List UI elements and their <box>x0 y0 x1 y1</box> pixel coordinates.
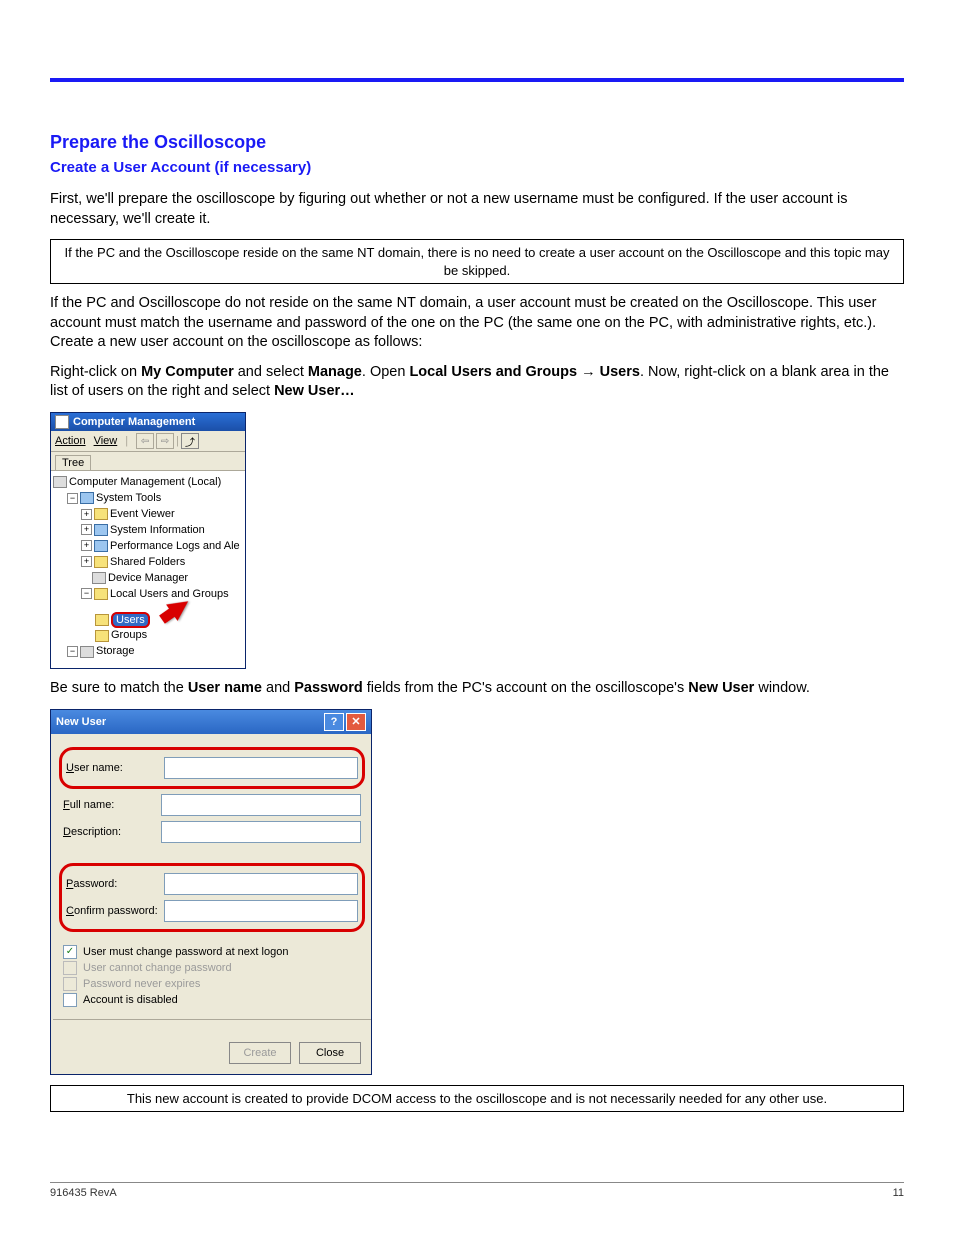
collapse-icon[interactable]: − <box>67 646 78 657</box>
tree-shared-folders[interactable]: +Shared Folders <box>53 555 243 571</box>
tree-system-info[interactable]: +System Information <box>53 523 243 539</box>
tree-local-users-groups[interactable]: −Local Users and Groups <box>53 587 243 603</box>
paragraph-intro: First, we'll prepare the oscilloscope by… <box>50 190 904 229</box>
cm-tabs: Tree <box>51 452 245 470</box>
nu-titlebar: New User ? ✕ <box>51 710 371 734</box>
computer-management-window: Computer Management Action View | ⇦ ⇨ | … <box>50 412 246 669</box>
nav-fwd-icon[interactable]: ⇨ <box>156 433 174 449</box>
cm-titlebar: Computer Management <box>51 413 245 431</box>
expand-icon[interactable]: + <box>81 556 92 567</box>
tree-users[interactable]: Users <box>53 603 243 629</box>
tree-root[interactable]: Computer Management (Local) <box>53 475 243 491</box>
tree-perf-logs[interactable]: +Performance Logs and Ale <box>53 539 243 555</box>
highlight-username: UUser name:ser name: <box>59 747 365 789</box>
tab-tree[interactable]: Tree <box>55 455 91 470</box>
expand-icon[interactable]: + <box>81 509 92 520</box>
nav-back-icon[interactable]: ⇦ <box>136 433 154 449</box>
paragraph-domain: If the PC and Oscilloscope do not reside… <box>50 294 904 353</box>
input-password[interactable] <box>164 873 358 895</box>
checkbox-icon <box>63 993 77 1007</box>
cm-tree: Computer Management (Local) −System Tool… <box>51 470 245 668</box>
paragraph-instructions: Right-click on My Computer and select Ma… <box>50 363 904 402</box>
tree-device-manager[interactable]: Device Manager <box>53 571 243 587</box>
checkbox-icon <box>63 977 77 991</box>
tree-groups[interactable]: Groups <box>53 628 243 644</box>
folder-icon <box>94 556 108 568</box>
monitor-icon <box>53 476 67 488</box>
page-footer: 916435 RevA 11 <box>50 1182 904 1199</box>
expand-icon[interactable]: + <box>81 540 92 551</box>
label-confirm-password: Confirm password: <box>66 905 164 917</box>
expand-icon[interactable]: + <box>81 524 92 535</box>
chart-icon <box>94 540 108 552</box>
folder-icon <box>95 614 109 626</box>
checkbox-icon <box>63 961 77 975</box>
nav-up-icon[interactable]: ⤴ <box>181 433 199 449</box>
footer-rev: 916435 RevA <box>50 1187 117 1199</box>
cm-app-icon <box>55 415 69 429</box>
collapse-icon[interactable]: − <box>81 588 92 599</box>
checkbox-disabled[interactable]: Account is disabled <box>63 993 361 1007</box>
label-password: Password: <box>66 878 164 890</box>
note-box-domain: If the PC and the Oscilloscope reside on… <box>50 239 904 284</box>
input-confirm-password[interactable] <box>164 900 358 922</box>
input-username[interactable] <box>164 757 358 779</box>
device-icon <box>92 572 106 584</box>
book-icon <box>94 508 108 520</box>
checkbox-cannot-change: User cannot change password <box>63 961 361 975</box>
section-title: Prepare the Oscilloscope <box>50 132 904 153</box>
users-icon <box>94 588 108 600</box>
cm-toolbar: Action View | ⇦ ⇨ | ⤴ <box>51 431 245 452</box>
nu-title-text: New User <box>56 716 106 728</box>
label-description: Description: <box>63 826 161 838</box>
input-fullname[interactable] <box>161 794 361 816</box>
note-box-dcom: This new account is created to provide D… <box>50 1085 904 1113</box>
close-button[interactable]: ✕ <box>346 713 366 731</box>
tree-event-viewer[interactable]: +Event Viewer <box>53 507 243 523</box>
help-button[interactable]: ? <box>324 713 344 731</box>
new-user-dialog: New User ? ✕ UUser name:ser name: Full n… <box>50 709 372 1075</box>
create-button: Create <box>229 1042 291 1064</box>
tree-system-tools[interactable]: −System Tools <box>53 491 243 507</box>
sub-title: Create a User Account (if necessary) <box>50 159 904 176</box>
info-icon <box>94 524 108 536</box>
checkbox-must-change[interactable]: ✓User must change password at next logon <box>63 945 361 959</box>
tools-icon <box>80 492 94 504</box>
close-dialog-button[interactable]: Close <box>299 1042 361 1064</box>
paragraph-match-fields: Be sure to match the User name and Passw… <box>50 679 904 699</box>
dialog-separator <box>53 1019 371 1020</box>
highlight-password: Password: Confirm password: <box>59 863 365 932</box>
input-description[interactable] <box>161 821 361 843</box>
folder-icon <box>95 630 109 642</box>
checkbox-never-expires: Password never expires <box>63 977 361 991</box>
tree-storage[interactable]: −Storage <box>53 644 243 660</box>
label-fullname: Full name: <box>63 799 161 811</box>
cm-title-text: Computer Management <box>73 416 195 428</box>
storage-icon <box>80 646 94 658</box>
footer-page-number: 11 <box>893 1187 904 1199</box>
menu-action[interactable]: Action <box>55 435 86 447</box>
collapse-icon[interactable]: − <box>67 493 78 504</box>
label-username: UUser name:ser name: <box>66 762 164 774</box>
menu-view[interactable]: View <box>94 435 118 447</box>
header-rule <box>50 78 904 82</box>
checkbox-icon: ✓ <box>63 945 77 959</box>
